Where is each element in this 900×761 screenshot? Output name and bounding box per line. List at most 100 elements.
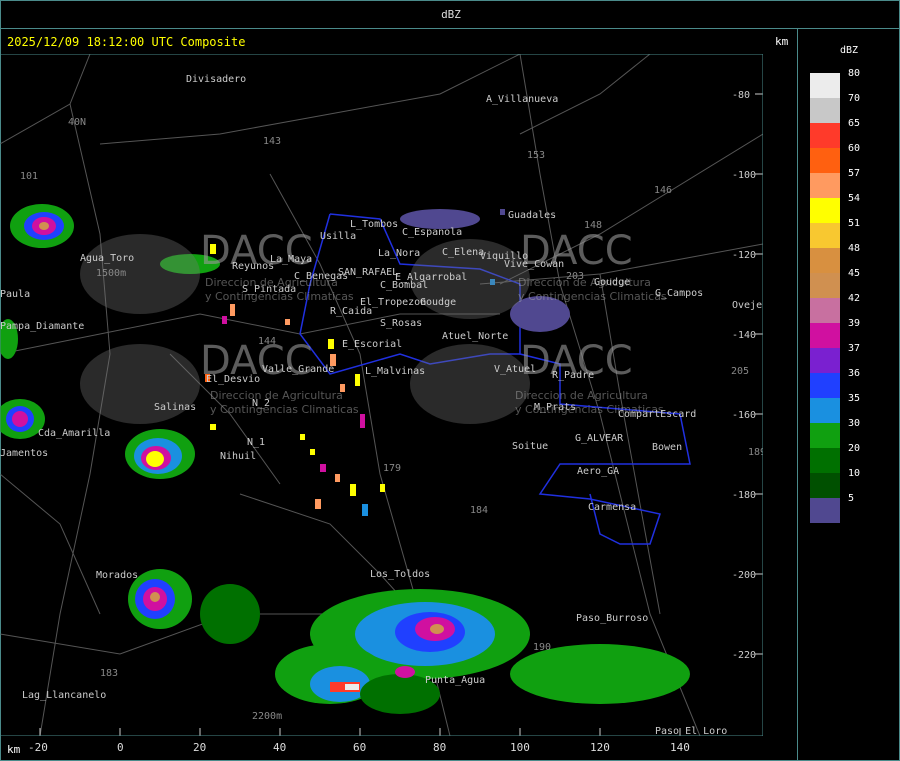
window-title: dBZ [441, 8, 461, 21]
x-axis-ticks: -20 0 20 40 60 80 100 120 140 [0, 741, 798, 757]
y-tick: -80 [732, 90, 750, 101]
place-label: Paso_El_Loro [655, 726, 727, 736]
place-label: CompartEscard [618, 409, 696, 420]
place-label: L_Tombos [350, 219, 398, 230]
legend-swatch [810, 248, 840, 273]
route-label: 101 [20, 171, 38, 182]
place-label: Reyunos [232, 261, 274, 272]
watermark-agency-2: Direccion de Agricultura [518, 276, 651, 289]
place-label: Vive_Cowan [504, 259, 564, 270]
place-label: Valle_Grande [262, 364, 334, 375]
place-label: Salinas [154, 402, 196, 413]
place-label: Pampa_Diamante [0, 321, 84, 332]
place-label: Lag_Llancanelo [22, 690, 106, 701]
legend-swatch [810, 173, 840, 198]
legend-swatch [810, 298, 840, 323]
radar-map[interactable]: DACC DACC DACC DACC Direccion de Agricul… [0, 54, 763, 736]
y-tick: -180 [732, 490, 756, 501]
place-label: Atuel_Norte [442, 331, 508, 342]
legend-label: 5 [848, 493, 855, 504]
place-label: C_Espanola [402, 227, 462, 238]
y-tick: -100 [732, 170, 756, 181]
timestamp-label: 2025/12/09 18:12:00 UTC Composite [7, 35, 246, 49]
place-label: S_Rosas [380, 318, 422, 329]
legend-swatch [810, 423, 840, 448]
place-label: El_Desvio [206, 374, 260, 385]
unit-label-top: km [775, 35, 789, 48]
legend-label: 36 [848, 368, 861, 379]
legend-swatch [810, 473, 840, 498]
route-label: 40N [68, 117, 86, 128]
route-label: 146 [654, 185, 672, 196]
legend-label: 70 [848, 93, 861, 104]
legend-label: 51 [848, 218, 861, 229]
place-label: La_Maya [270, 254, 312, 265]
legend-label: 30 [848, 418, 861, 429]
legend-label: 60 [848, 143, 861, 154]
legend-swatch [810, 498, 840, 523]
route-label: 143 [263, 136, 281, 147]
legend-label: 57 [848, 168, 861, 179]
place-label: Guadales [508, 210, 556, 221]
x-tick: 40 [273, 741, 287, 754]
place-label: Paula [0, 289, 30, 300]
y-tick: -160 [732, 410, 756, 421]
place-label: Usilla [320, 231, 356, 242]
y-tick: -120 [732, 250, 756, 261]
x-tick: 20 [193, 741, 207, 754]
place-label: Goudge [594, 277, 630, 288]
x-tick: 140 [670, 741, 690, 754]
legend-swatch [810, 348, 840, 373]
y-tick-marks [755, 93, 763, 655]
watermark-agency-2b: y Contingencias Climaticas [518, 290, 667, 303]
place-label: V_Atuel [494, 364, 536, 375]
y-tick: -200 [732, 570, 756, 581]
x-tick: -20 [28, 741, 48, 754]
place-label: Soitue [512, 441, 548, 452]
x-tick: 120 [590, 741, 610, 754]
legend-label: 39 [848, 318, 861, 329]
place-label: Cda_Amarilla [38, 428, 110, 439]
y-tick: -140 [732, 330, 756, 341]
place-label: N_1 [247, 437, 265, 448]
place-label: C_Bombal [380, 280, 428, 291]
legend-label: 65 [848, 118, 861, 129]
route-label: 184 [470, 505, 488, 516]
place-label: SAN_RAFAEL [338, 267, 398, 278]
legend-swatch [810, 123, 840, 148]
y-tick: -220 [732, 650, 756, 661]
route-label: 2200m [252, 711, 282, 722]
place-label: A_Villanueva [486, 94, 558, 105]
legend-swatch [810, 373, 840, 398]
legend-swatch [810, 323, 840, 348]
place-label: Paso_Burroso [576, 613, 648, 624]
route-label: 205 [731, 366, 749, 377]
place-label: Jamentos [0, 448, 48, 459]
legend-label: 37 [848, 343, 861, 354]
place-label: Carmensa [588, 502, 636, 513]
route-label: 203 [566, 271, 584, 282]
legend-swatch [810, 98, 840, 123]
legend-swatch [810, 223, 840, 248]
legend-label: 48 [848, 243, 861, 254]
place-label: Bowen [652, 442, 682, 453]
route-label: 179 [383, 463, 401, 474]
legend-label: 45 [848, 268, 861, 279]
legend-label: 42 [848, 293, 861, 304]
place-label: N_2 [252, 398, 270, 409]
route-label: 183 [100, 668, 118, 679]
place-label: Morados [96, 570, 138, 581]
place-label: Aero_GA [577, 466, 619, 477]
x-tick: 60 [353, 741, 367, 754]
place-label: G_Campos [655, 288, 703, 299]
legend-title: dBZ [840, 45, 859, 56]
place-label: Agua_Toro [80, 253, 134, 264]
watermark-agency-3b: y Contingencias Climaticas [210, 403, 359, 416]
legend-swatch [810, 448, 840, 473]
route-label: 190 [533, 642, 551, 653]
x-tick-marks [39, 728, 681, 736]
place-label: Punta_Agua [425, 675, 485, 686]
legend-label: 35 [848, 393, 861, 404]
legend-swatch [810, 273, 840, 298]
legend-label: 54 [848, 193, 861, 204]
